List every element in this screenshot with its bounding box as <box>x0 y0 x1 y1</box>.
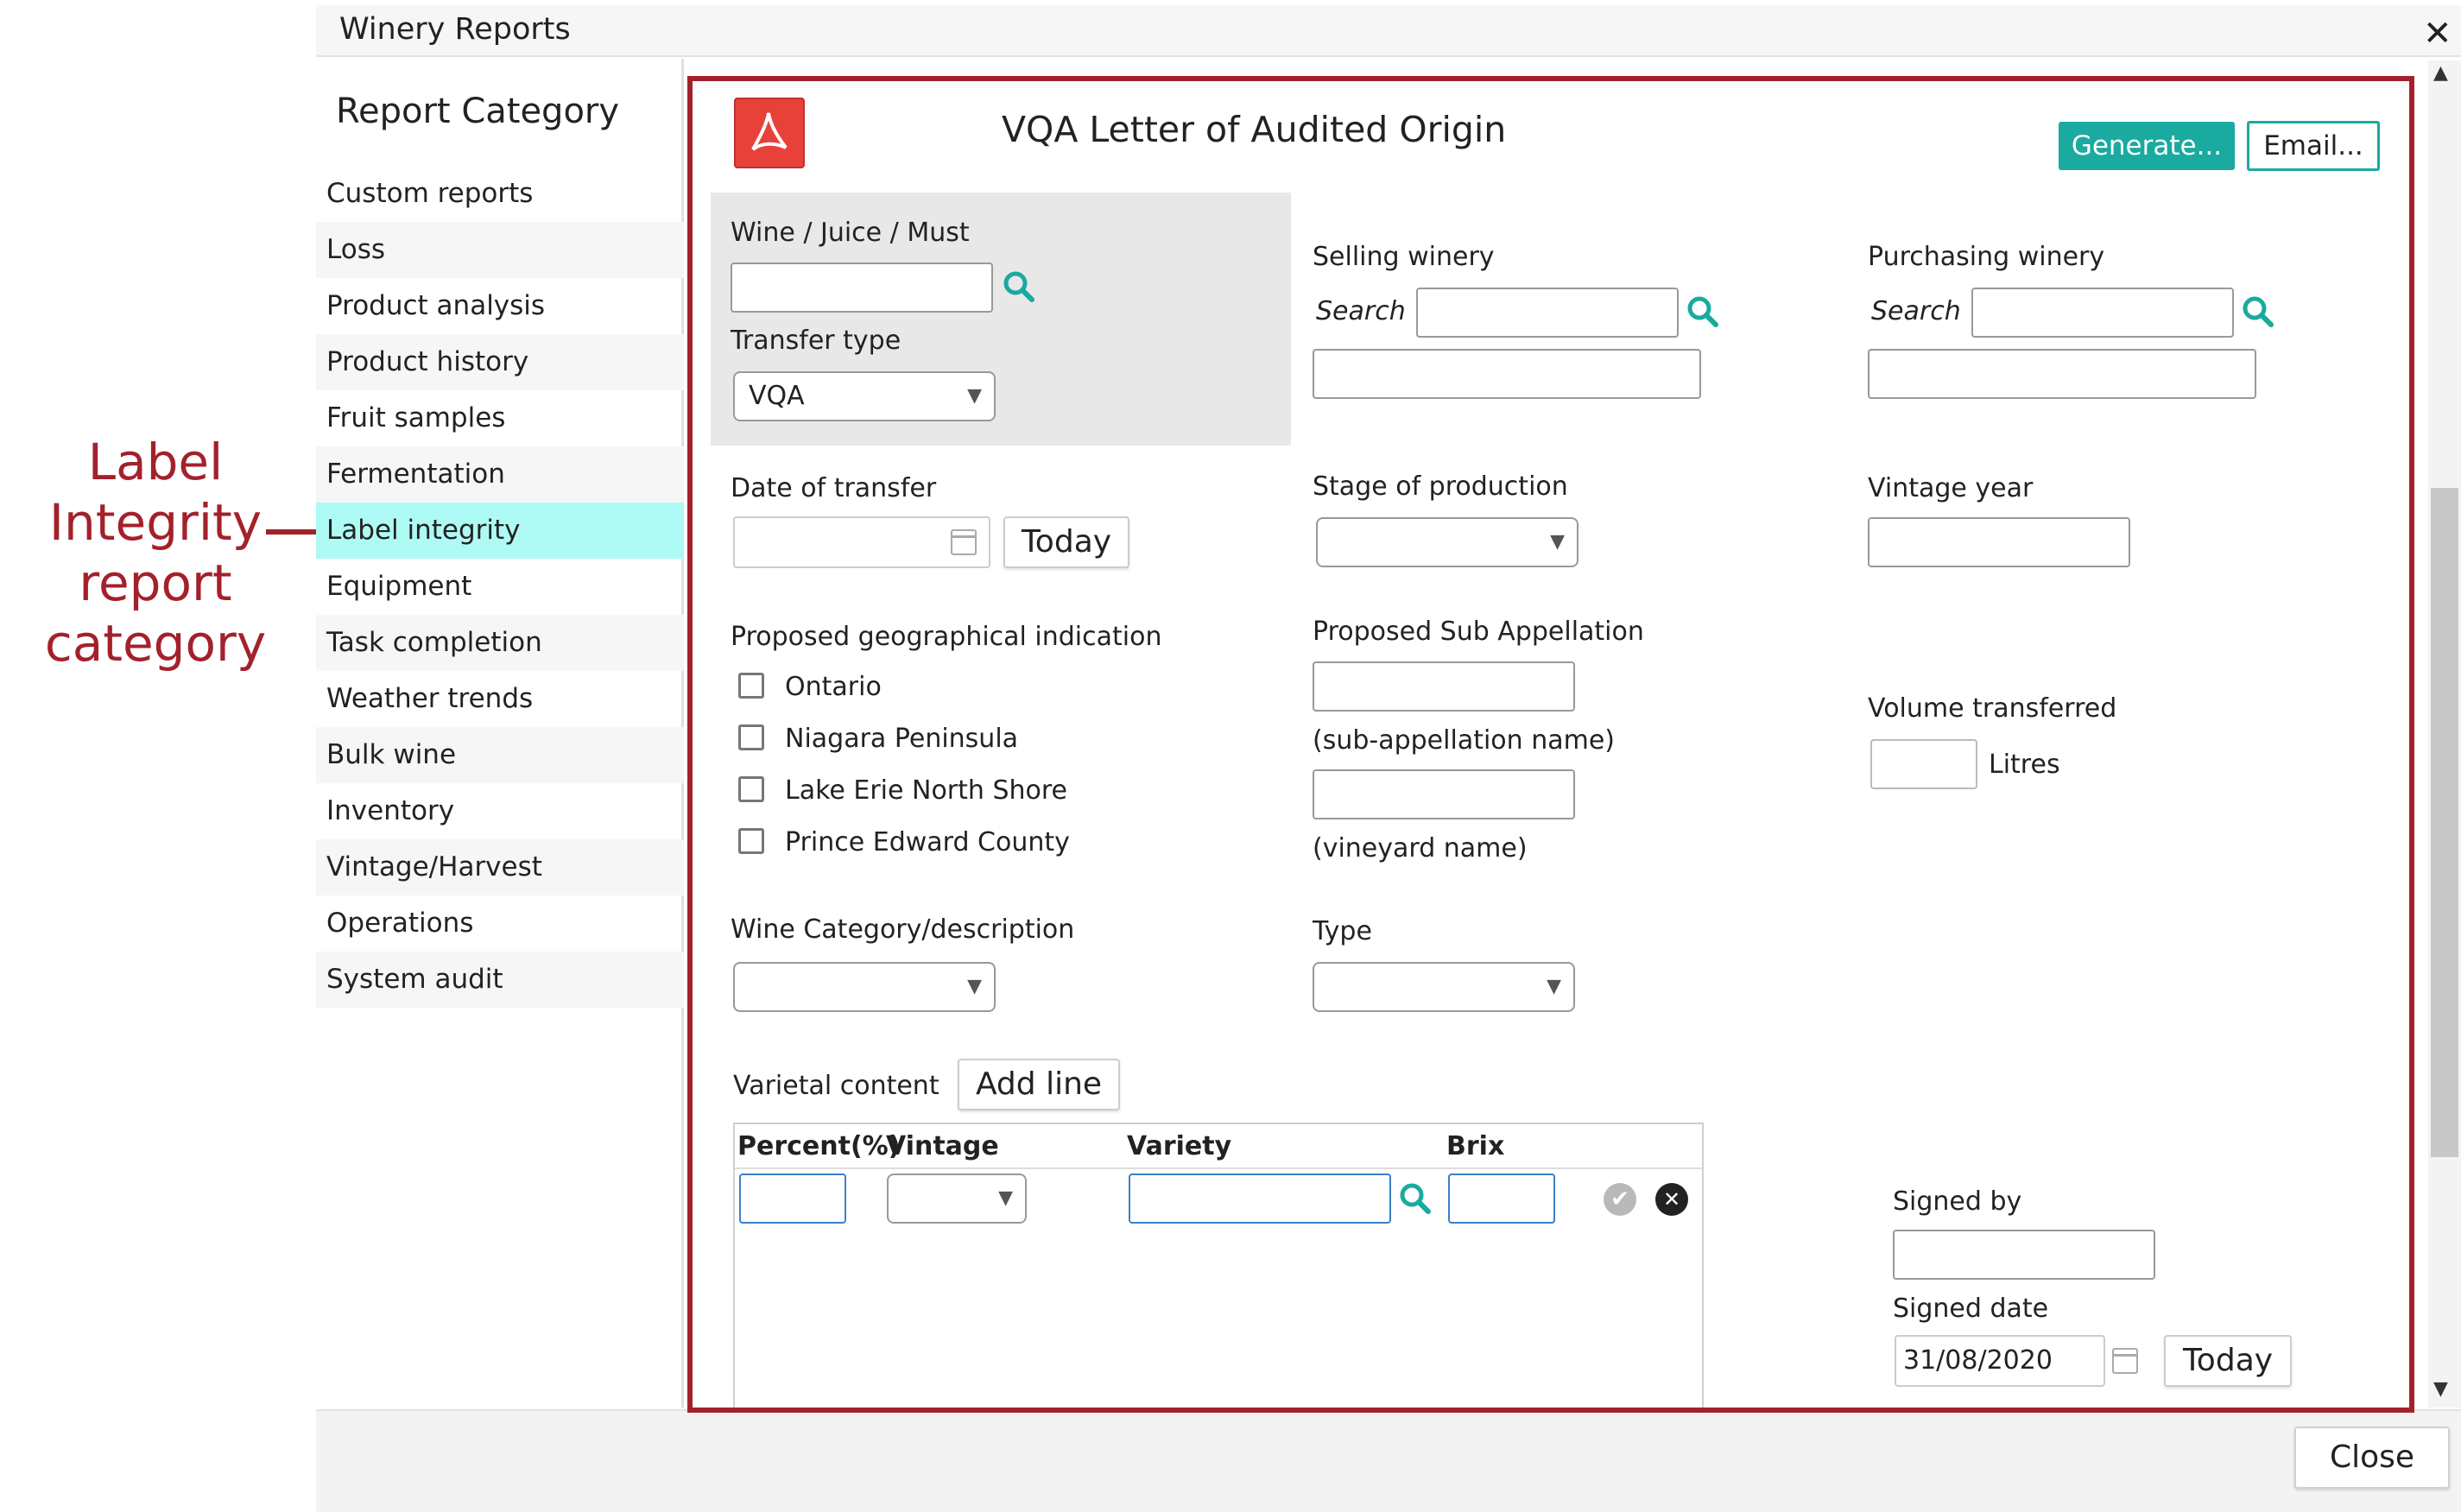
close-icon[interactable]: ✕ <box>2423 14 2452 54</box>
sidebar-item-bulk-wine[interactable]: Bulk wine <box>316 727 684 783</box>
annotation-line-1: Label <box>87 433 224 491</box>
annotation-label: Label Integrity report category <box>17 432 294 674</box>
sidebar-item-fermentation[interactable]: Fermentation <box>316 446 684 503</box>
sidebar-item-label-integrity[interactable]: Label integrity <box>316 503 684 559</box>
sidebar-item-inventory[interactable]: Inventory <box>316 783 684 839</box>
sidebar-item-system-audit[interactable]: System audit <box>316 952 684 1008</box>
dialog-title: Winery Reports <box>339 12 571 47</box>
scroll-up-arrow-icon[interactable]: ▲ <box>2433 62 2448 84</box>
sidebar-item-product-history[interactable]: Product history <box>316 334 684 390</box>
dialog-footer <box>316 1409 2461 1512</box>
sidebar-item-product-analysis[interactable]: Product analysis <box>316 278 684 334</box>
scroll-down-arrow-icon[interactable]: ▼ <box>2433 1378 2448 1400</box>
dialog-titlebar <box>316 5 2461 57</box>
scrollbar-thumb[interactable] <box>2431 488 2458 1157</box>
sidebar-item-fruit-samples[interactable]: Fruit samples <box>316 390 684 446</box>
annotation-line-2: Integrity <box>48 493 263 552</box>
sidebar-item-weather-trends[interactable]: Weather trends <box>316 671 684 727</box>
sidebar-item-task-completion[interactable]: Task completion <box>316 615 684 671</box>
sidebar-item-equipment[interactable]: Equipment <box>316 559 684 615</box>
sidebar-item-vintage-harvest[interactable]: Vintage/Harvest <box>316 839 684 895</box>
sidebar-item-custom-reports[interactable]: Custom reports <box>316 166 684 222</box>
sidebar-item-loss[interactable]: Loss <box>316 222 684 278</box>
annotation-line-3: report <box>79 554 232 612</box>
report-highlight-box <box>687 76 2414 1413</box>
annotation-line-4: category <box>44 614 267 673</box>
close-button[interactable]: Close <box>2294 1427 2450 1489</box>
sidebar-heading: Report Category <box>336 92 620 131</box>
sidebar-item-operations[interactable]: Operations <box>316 895 684 952</box>
